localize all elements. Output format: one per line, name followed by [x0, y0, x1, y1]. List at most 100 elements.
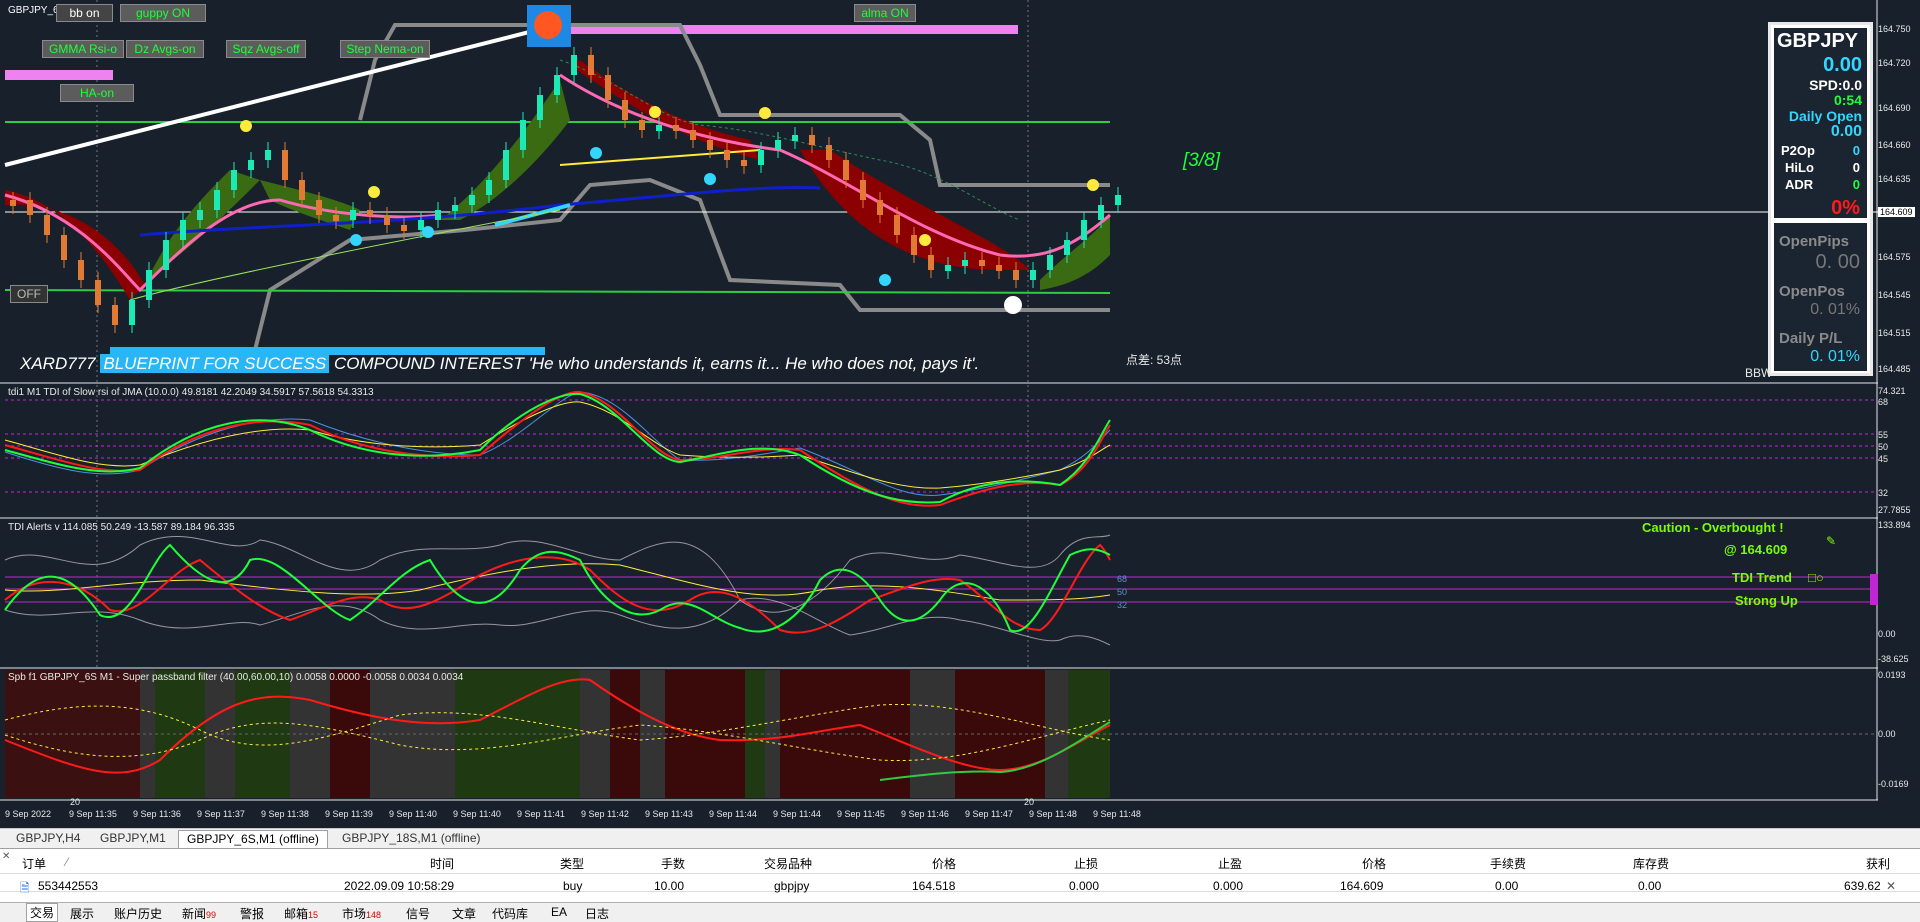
bear-candle [367, 210, 373, 216]
bull-candle [163, 240, 169, 270]
chart-tab-gbpjpy-m1[interactable]: GBPJPY,M1 [92, 830, 174, 848]
col-price2[interactable]: 价格 [1362, 855, 1386, 872]
chart-window[interactable]: GBPJPY_6 bb on guppy ON GMMA Rsi-o Dz Av… [0, 0, 1920, 828]
terminal-tab[interactable]: 警报 [240, 905, 264, 922]
col-time[interactable]: 时间 [430, 855, 454, 872]
entry-marker [1004, 296, 1022, 314]
off-toggle-button[interactable]: OFF [10, 285, 48, 303]
col-swap[interactable]: 库存费 [1633, 855, 1669, 872]
col-type[interactable]: 类型 [560, 855, 584, 872]
terminal-tab[interactable]: EA [551, 905, 567, 919]
col-commission[interactable]: 手续费 [1490, 855, 1526, 872]
row-type: buy [563, 879, 583, 893]
terminal-tab-label: 警报 [240, 907, 265, 921]
guppy-toggle-button[interactable]: guppy ON [120, 4, 206, 22]
info-percent: 0% [1831, 197, 1860, 219]
sqz-avgs-toggle-button[interactable]: Sqz Avgs-off [226, 40, 306, 58]
tdi1-title: tdi1 M1 TDI of Slow rsi of JMA (10.0.0) … [8, 387, 374, 398]
terminal-tab-label: 交易 [30, 906, 55, 920]
col-order[interactable]: 订单 [22, 855, 46, 872]
info-symbol: GBPJPY [1777, 30, 1859, 52]
info-daily-open-label: Daily Open [1788, 108, 1862, 124]
axis-label: 0.00 [1878, 629, 1896, 639]
terminal-tab-label: 邮箱 [284, 907, 309, 921]
axis-label: -38.625 [1878, 654, 1909, 664]
axis-label: 164.545 [1878, 290, 1911, 300]
banner-quote: COMPOUND INTEREST 'He who understands it… [334, 354, 980, 373]
terminal-tab[interactable]: 信号 [406, 905, 430, 922]
time-label: 9 Sep 11:36 [133, 809, 181, 819]
sort-icon[interactable]: ⁄ [66, 855, 68, 869]
terminal-tab[interactable]: 文章 [452, 905, 476, 922]
terminal-tab[interactable]: 交易 [26, 903, 59, 922]
row-profit: 639.62 [1844, 879, 1881, 893]
alert-pen-icon[interactable]: ✎ [1826, 534, 1836, 548]
terminal-tab[interactable]: 代码库 [492, 905, 528, 922]
bull-candle [520, 120, 526, 150]
info-time: 0:54 [1833, 92, 1862, 108]
fractal-down-dot [350, 234, 362, 246]
bull-candle [418, 220, 424, 230]
col-lots[interactable]: 手数 [661, 855, 685, 872]
bear-candle [588, 55, 594, 75]
bear-cloud [570, 60, 760, 160]
time-label: 9 Sep 11:42 [581, 809, 629, 819]
chart-tab-gbpjpy-6s[interactable]: GBPJPY_6S,M1 (offline) [178, 830, 328, 848]
bear-candle [316, 200, 322, 215]
time-label: 9 Sep 11:40 [453, 809, 501, 819]
bull-candle [537, 95, 543, 120]
terminal-tab[interactable]: 新闻99 [182, 905, 216, 922]
col-symbol[interactable]: 交易品种 [764, 855, 812, 872]
terminal-tab-label: 展示 [70, 907, 95, 921]
price-chart-canvas[interactable] [0, 0, 1920, 828]
chart-tab-gbpjpy-h4[interactable]: GBPJPY,H4 [8, 830, 88, 848]
terminal-close-icon[interactable]: ✕ [2, 851, 10, 862]
bull-candle [469, 195, 475, 205]
terminal-tab[interactable]: 日志 [585, 905, 609, 922]
col-tp[interactable]: 止盈 [1218, 855, 1242, 872]
bull-candle [1030, 270, 1036, 280]
alma-toggle-button[interactable]: alma ON [854, 4, 916, 22]
step-nema-toggle-button[interactable]: Step Nema-on [340, 40, 430, 58]
bull-candle [197, 210, 203, 220]
table-row[interactable] [0, 873, 1920, 892]
tdi-rsi-line [4, 392, 1111, 504]
col-price[interactable]: 价格 [932, 855, 956, 872]
chart-tab-gbpjpy-18s[interactable]: GBPJPY_18S,M1 (offline) [334, 830, 489, 848]
bull-candle [962, 260, 968, 266]
terminal-tab[interactable]: 邮箱15 [284, 905, 318, 922]
terminal-tab-label: 信号 [406, 907, 431, 921]
time-label: 9 Sep 11:37 [197, 809, 245, 819]
col-profit[interactable]: 获利 [1866, 855, 1890, 872]
bear-candle [299, 180, 305, 200]
axis-label: 164.690 [1878, 103, 1911, 113]
axis-label: 164.720 [1878, 58, 1911, 68]
bull-candle [1098, 205, 1104, 220]
bb-toggle-button[interactable]: bb on [56, 4, 113, 22]
open-pos-value: 0. 01% [1810, 301, 1860, 318]
terminal-tab[interactable]: 账户历史 [114, 905, 162, 922]
bear-candle [843, 160, 849, 180]
gmma-toggle-button[interactable]: GMMA Rsi-o [42, 40, 124, 58]
bear-candle [95, 280, 101, 305]
terminal-tab[interactable]: 市场148 [342, 905, 381, 922]
info-p2op-label: P2Op [1781, 143, 1815, 158]
passband-block [140, 670, 155, 798]
terminal-tab[interactable]: 展示 [70, 905, 94, 922]
spread-note: 点差: 53点 [1126, 353, 1183, 367]
bear-candle [690, 130, 696, 140]
ha-toggle-button[interactable]: HA-on [60, 84, 134, 102]
bear-candle [894, 215, 900, 235]
bear-candle [112, 305, 118, 325]
col-sl[interactable]: 止损 [1074, 855, 1098, 872]
bear-candle [724, 150, 730, 160]
time-label: 9 Sep 11:47 [965, 809, 1013, 819]
info-hilo-label: HiLo [1785, 160, 1814, 175]
bear-candle [673, 125, 679, 131]
alerts-band-lower [4, 597, 1111, 646]
bull-candle [758, 150, 764, 165]
close-icon[interactable]: ✕ [1886, 879, 1896, 893]
bear-candle [605, 75, 611, 100]
dz-avgs-toggle-button[interactable]: Dz Avgs-on [126, 40, 204, 58]
terminal-tab-label: 日志 [585, 907, 610, 921]
